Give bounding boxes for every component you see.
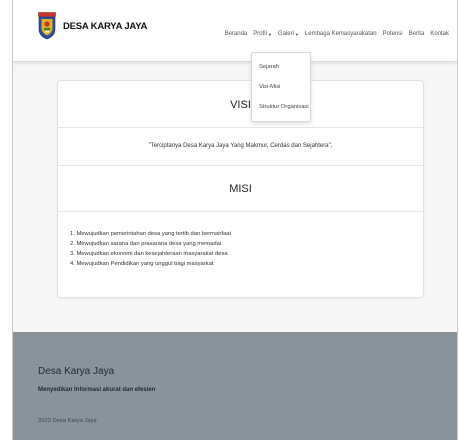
divider (58, 127, 423, 128)
main-nav: Beranda Profil ▼ Galeri ▼ Lembaga Kemasy… (219, 31, 449, 37)
nav-profil[interactable]: Profil ▼ (253, 31, 272, 37)
caret-down-icon: ▼ (267, 31, 272, 37)
visi-misi-card: VISI "Terciptanya Desa Karya Jaya Yang M… (57, 80, 424, 298)
footer-copyright: 2023 Desa Karya Jaya (38, 418, 97, 424)
village-emblem-icon (38, 12, 56, 40)
footer-title: Desa Karya Jaya (38, 366, 115, 377)
divider (58, 165, 423, 166)
dropdown-item-sejarah[interactable]: Sejarah (259, 64, 279, 70)
visi-title: VISI (230, 99, 251, 111)
nav-beranda[interactable]: Beranda (225, 31, 248, 37)
brand[interactable]: DESA KARYA JAYA (38, 12, 147, 40)
dropdown-item-visi-misi[interactable]: Visi-Misi (259, 84, 280, 90)
dropdown-item-struktur-organisasi[interactable]: Struktur Organisasi (259, 104, 309, 110)
nav-galeri[interactable]: Galeri ▼ (278, 31, 299, 37)
footer: Desa Karya Jaya Menyedikan Informasi aku… (13, 332, 457, 440)
visi-text: "Terciptanya Desa Karya Jaya Yang Makmur… (148, 143, 333, 149)
nav-kontak[interactable]: Kontak (430, 31, 449, 37)
page-frame: DESA KARYA JAYA Beranda Profil ▼ Galeri … (12, 0, 458, 440)
nav-potensi[interactable]: Potensi (383, 31, 403, 37)
caret-down-icon: ▼ (294, 31, 299, 37)
misi-title: MISI (229, 183, 252, 195)
nav-lembaga-kemasyarakatan[interactable]: Lembaga Kemasyarakatan (305, 31, 377, 37)
brand-name: DESA KARYA JAYA (63, 20, 148, 32)
divider (58, 211, 423, 212)
profil-dropdown-menu: Sejarah Visi-Misi Struktur Organisasi (251, 52, 311, 122)
list-item: 4. Mewujudkan Pendidikan yang unggul bag… (70, 261, 214, 267)
navbar: DESA KARYA JAYA Beranda Profil ▼ Galeri … (13, 0, 457, 62)
list-item: 2. Mewujudkan sarana dan prasarana desa … (70, 241, 222, 247)
misi-list: 1. Mewujudkan pemerintahan desa yang ter… (70, 229, 231, 269)
nav-berita[interactable]: Berita (409, 31, 425, 37)
footer-tagline: Menyedikan Informasi akurat dan efesien (38, 387, 156, 393)
list-item: 1. Mewujudkan pemerintahan desa yang ter… (70, 231, 232, 237)
list-item: 3. Mewujudkan ekonomi dan kesejahteraan … (70, 251, 228, 257)
